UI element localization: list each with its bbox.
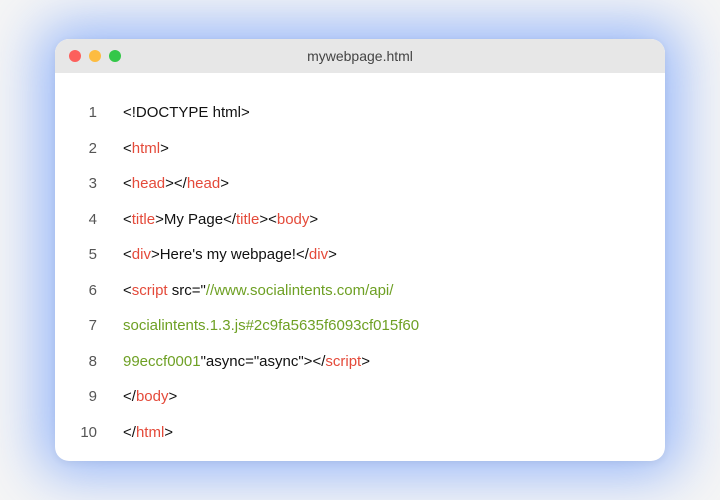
traffic-lights bbox=[69, 50, 121, 62]
code-line[interactable]: <head></head> bbox=[123, 166, 419, 202]
text-token: < bbox=[123, 246, 132, 263]
text-token: > bbox=[361, 353, 370, 370]
text-token: ></ bbox=[165, 175, 187, 192]
code-line[interactable]: <script src="//www.socialintents.com/api… bbox=[123, 273, 419, 309]
line-number: 3 bbox=[89, 166, 97, 202]
text-token: >< bbox=[259, 211, 277, 228]
text-token: < bbox=[123, 175, 132, 192]
text-token: > bbox=[328, 246, 337, 263]
code-line[interactable]: <!DOCTYPE html> bbox=[123, 95, 419, 131]
text-token: "async="async"></ bbox=[201, 353, 326, 370]
line-number: 5 bbox=[89, 237, 97, 273]
maximize-icon[interactable] bbox=[109, 50, 121, 62]
string-token: 99eccf0001 bbox=[123, 353, 201, 370]
line-number: 9 bbox=[89, 379, 97, 415]
code-line[interactable]: <div>Here's my webpage!</div> bbox=[123, 237, 419, 273]
line-number: 8 bbox=[89, 344, 97, 380]
text-token: src=" bbox=[168, 282, 206, 299]
tag-token: body bbox=[136, 388, 169, 405]
line-number-gutter: 12345678910 bbox=[73, 95, 97, 451]
line-number: 1 bbox=[89, 95, 97, 131]
tag-token: head bbox=[132, 175, 165, 192]
code-line[interactable]: </html> bbox=[123, 415, 419, 451]
text-token: >My Page</ bbox=[155, 211, 236, 228]
window-title: mywebpage.html bbox=[55, 48, 665, 64]
tag-token: title bbox=[236, 211, 259, 228]
text-token: </ bbox=[123, 424, 136, 441]
text-token: </ bbox=[123, 388, 136, 405]
text-token: < bbox=[123, 282, 132, 299]
tag-token: div bbox=[132, 246, 151, 263]
line-number: 4 bbox=[89, 202, 97, 238]
tag-token: div bbox=[309, 246, 328, 263]
text-token: > bbox=[168, 388, 177, 405]
tag-token: head bbox=[187, 175, 220, 192]
editor-window: mywebpage.html 12345678910 <!DOCTYPE htm… bbox=[55, 39, 665, 461]
code-line[interactable]: <html> bbox=[123, 131, 419, 167]
text-token: > bbox=[164, 424, 173, 441]
minimize-icon[interactable] bbox=[89, 50, 101, 62]
tag-token: title bbox=[132, 211, 155, 228]
tag-token: script bbox=[132, 282, 168, 299]
code-area: 12345678910 <!DOCTYPE html><html><head><… bbox=[55, 73, 665, 461]
code-line[interactable]: socialintents.1.3.js#2c9fa5635f6093cf015… bbox=[123, 308, 419, 344]
close-icon[interactable] bbox=[69, 50, 81, 62]
line-number: 2 bbox=[89, 131, 97, 167]
text-token: > bbox=[160, 140, 169, 157]
tag-token: html bbox=[136, 424, 164, 441]
tag-token: script bbox=[325, 353, 361, 370]
string-token: socialintents.1.3.js#2c9fa5635f6093cf015… bbox=[123, 317, 419, 334]
line-number: 7 bbox=[89, 308, 97, 344]
text-token: > bbox=[309, 211, 318, 228]
code-line[interactable]: </body> bbox=[123, 379, 419, 415]
line-number: 6 bbox=[89, 273, 97, 309]
text-token: < bbox=[123, 211, 132, 228]
tag-token: html bbox=[132, 140, 160, 157]
titlebar: mywebpage.html bbox=[55, 39, 665, 73]
text-token: <!DOCTYPE html> bbox=[123, 104, 250, 121]
text-token: >Here's my webpage!</ bbox=[151, 246, 309, 263]
text-token: < bbox=[123, 140, 132, 157]
tag-token: body bbox=[277, 211, 310, 228]
text-token: > bbox=[220, 175, 229, 192]
code-line[interactable]: 99eccf0001"async="async"></script> bbox=[123, 344, 419, 380]
code-content[interactable]: <!DOCTYPE html><html><head></head><title… bbox=[123, 95, 419, 451]
code-line[interactable]: <title>My Page</title><body> bbox=[123, 202, 419, 238]
string-token: //www.socialintents.com/api/ bbox=[206, 282, 394, 299]
line-number: 10 bbox=[80, 415, 97, 451]
